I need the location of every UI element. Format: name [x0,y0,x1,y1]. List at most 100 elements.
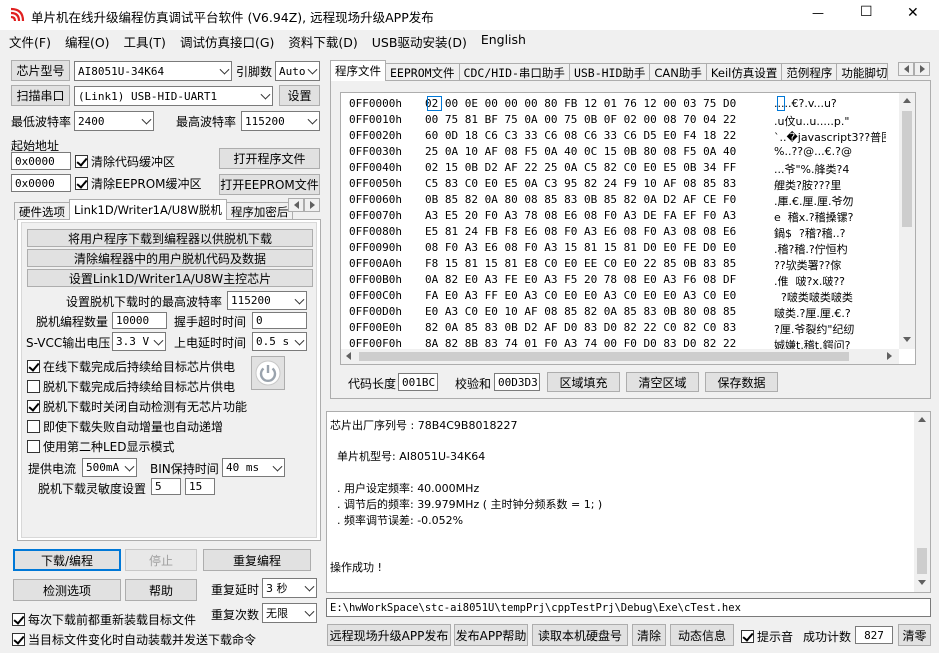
hex-vscroll[interactable] [899,93,915,349]
hex-row[interactable]: 0FF00E0h 82 0A 85 83 0B D2 AF D0 83 D0 82… [349,321,886,337]
right-tab-scroll[interactable] [898,62,930,76]
publish-app-button[interactable]: 远程现场升级APP发布 [327,624,451,646]
clear-code-buffer-checkbox[interactable]: 清除代码缓冲区 [75,153,175,170]
menu-usb-driver[interactable]: USB驱动安装(D) [372,32,467,50]
set-master-chip-button[interactable]: 设置Link1D/Writer1A/U8W主控芯片 [27,269,313,287]
chip-type-button[interactable]: 芯片型号 [11,60,70,81]
left-tab-scroll[interactable] [288,198,320,212]
scroll-right-icon[interactable] [887,352,892,360]
hex-row[interactable]: 0FF0090h 08 F0 A3 E6 08 F0 A3 15 81 15 81… [349,241,886,257]
power-delay-select[interactable]: 0.5 s [252,332,307,351]
clear-log-button[interactable]: 清除 [632,624,666,646]
open-eeprom-file-button[interactable]: 打开EEPROM文件 [219,174,320,195]
scan-port-button[interactable]: 扫描串口 [11,85,70,106]
hex-row[interactable]: 0FF00D0h E0 A3 C0 E0 10 AF 08 85 82 0A 85… [349,305,886,321]
tab-examples[interactable]: 范例程序 [781,63,838,81]
pin-count-select[interactable]: Auto [275,61,320,81]
offline-keep-power-checkbox[interactable]: 脱机下载完成后持续给目标芯片供电 [27,378,235,395]
scroll-down-icon[interactable] [903,337,911,342]
menu-tools[interactable]: 工具(T) [124,32,166,50]
settings-button[interactable]: 设置 [279,85,320,106]
handshake-timeout-input[interactable]: 0 [252,312,307,329]
max-baud-select[interactable]: 115200 [241,111,320,131]
clear-eeprom-buffer-checkbox[interactable]: 清除EEPROM缓冲区 [75,175,202,192]
maximize-button[interactable]: ☐ [860,4,873,20]
open-program-file-button[interactable]: 打开程序文件 [219,148,320,169]
scroll-left-icon[interactable] [898,62,914,76]
tab-program-file[interactable]: 程序文件 [330,60,386,81]
offline-max-baud-select[interactable]: 115200 [227,291,307,310]
eeprom-address-input[interactable]: 0x0000 [11,174,71,192]
scroll-up-icon[interactable] [903,98,911,103]
hex-vscroll-thumb[interactable] [902,111,912,227]
tab-can-assistant[interactable]: CAN助手 [649,63,707,81]
auto-increment-checkbox[interactable]: 即使下载失败自动增量也自动递增 [27,418,223,435]
power-button[interactable] [251,356,285,390]
menu-program[interactable]: 编程(O) [65,32,110,50]
download-program-button[interactable]: 下载/编程 [13,549,121,571]
hex-row[interactable]: 0FF0020h 60 0D 18 C6 C3 33 C6 08 C6 33 C6… [349,129,886,145]
chip-type-select[interactable]: AI8051U-34K64 [74,61,232,81]
offline-count-input[interactable]: 10000 [112,312,167,329]
hex-row[interactable]: 0FF0010h 00 75 81 BF 75 0A 00 75 0B 0F 02… [349,113,886,129]
tab-hardware-options[interactable]: 硬件选项 [14,202,70,220]
close-button[interactable]: ✕ [907,5,919,21]
disable-chip-detect-checkbox[interactable]: 脱机下载时关闭自动检测有无芯片功能 [27,398,247,415]
supply-current-select[interactable]: 500mA [82,458,137,477]
hex-row[interactable]: 0FF00B0h 0A 82 E0 A3 FE E0 A3 F5 20 78 08… [349,273,886,289]
publish-help-button[interactable]: 发布APP帮助 [454,624,528,646]
tab-keil-settings[interactable]: Keil仿真设置 [705,63,783,81]
code-address-input[interactable]: 0x0000 [11,152,71,170]
log-vscroll-thumb[interactable] [917,548,927,574]
svcc-voltage-select[interactable]: 3.3 V [112,332,166,351]
led-mode-checkbox[interactable]: 使用第二种LED显示模式 [27,438,175,455]
hex-row[interactable]: 0FF0050h C5 83 C0 E0 E5 0A C3 95 82 24 F9… [349,177,886,193]
menu-download[interactable]: 资料下载(D) [288,32,357,50]
region-fill-button[interactable]: 区域填充 [547,372,620,392]
hex-row[interactable]: 0FF00A0h F8 15 81 15 81 E8 C0 E0 EE C0 E0… [349,257,886,273]
read-disk-id-button[interactable]: 读取本机硬盘号 [532,624,628,646]
min-baud-select[interactable]: 2400 [74,111,154,131]
hex-row[interactable]: 0FF0060h 0B 85 82 0A 80 08 85 83 0B 85 82… [349,193,886,209]
log-vscroll[interactable] [914,412,930,592]
tab-pin-functions[interactable]: 功能脚切 [836,63,889,81]
menu-file[interactable]: 文件(F) [9,32,51,50]
repeat-delay-select[interactable]: 3 秒 [262,578,317,598]
hex-row[interactable]: 0FF00C0h FA E0 A3 FF E0 A3 C0 E0 E0 A3 C0… [349,289,886,305]
minimize-button[interactable]: — [812,6,824,20]
tab-eeprom-file[interactable]: EEPROM文件 [385,63,460,81]
scroll-down-icon[interactable] [918,580,926,585]
hex-row[interactable]: 0FF0040h 02 15 0B D2 AF 22 25 0A C5 82 C0… [349,161,886,177]
clear-region-button[interactable]: 清空区域 [626,372,699,392]
clear-programmer-code-button[interactable]: 清除编程器中的用户脱机代码及数据 [27,249,313,267]
online-keep-power-checkbox[interactable]: 在线下载完成后持续给目标芯片供电 [27,358,235,375]
scroll-left-icon[interactable] [346,352,351,360]
save-data-button[interactable]: 保存数据 [705,372,778,392]
scroll-right-icon[interactable] [304,198,320,212]
tab-encryption[interactable]: 程序加密后 [225,202,294,220]
hex-row[interactable]: 0FF0030h 25 0A 10 AF 08 F5 0A 40 0C 15 0B… [349,145,886,161]
hex-row[interactable]: 0FF0070h A3 E5 20 F0 A3 78 08 E6 08 F0 A3… [349,209,886,225]
tab-serial-assistant[interactable]: CDC/HID-串口助手 [458,63,570,81]
tab-usb-hid-assistant[interactable]: USB-HID助手 [568,63,651,81]
beep-checkbox[interactable]: 提示音 [741,628,793,645]
port-select[interactable]: (Link1) USB-HID-UART1 [74,86,273,106]
auto-load-on-change-checkbox[interactable]: 当目标文件变化时自动装载并发送下载命令 [12,631,256,648]
stop-button[interactable]: 停止 [125,549,197,571]
help-button[interactable]: 帮助 [125,579,197,601]
bin-hold-select[interactable]: 40 ms [222,458,285,477]
scroll-left-icon[interactable] [288,198,304,212]
hex-hscroll[interactable] [341,349,899,364]
menu-english[interactable]: English [481,32,526,50]
sensitivity-a-input[interactable]: 5 [151,478,181,495]
menu-debug[interactable]: 调试仿真接口(G) [180,32,274,50]
hex-row[interactable]: 0FF0080h E5 81 24 FB F8 E6 08 F0 A3 E6 08… [349,225,886,241]
tab-offline[interactable]: Link1D/Writer1A/U8W脱机 [69,199,227,220]
dynamic-info-button[interactable]: 动态信息 [670,624,734,646]
reload-before-download-checkbox[interactable]: 每次下载前都重新装载目标文件 [12,611,196,628]
detect-options-button[interactable]: 检测选项 [13,579,121,601]
reprogram-button[interactable]: 重复编程 [203,549,311,571]
scroll-up-icon[interactable] [918,417,926,422]
file-path-field[interactable]: E:\hwWorkSpace\stc-ai8051U\tempPrj\cppTe… [326,598,931,617]
reset-count-button[interactable]: 清零 [898,624,931,646]
